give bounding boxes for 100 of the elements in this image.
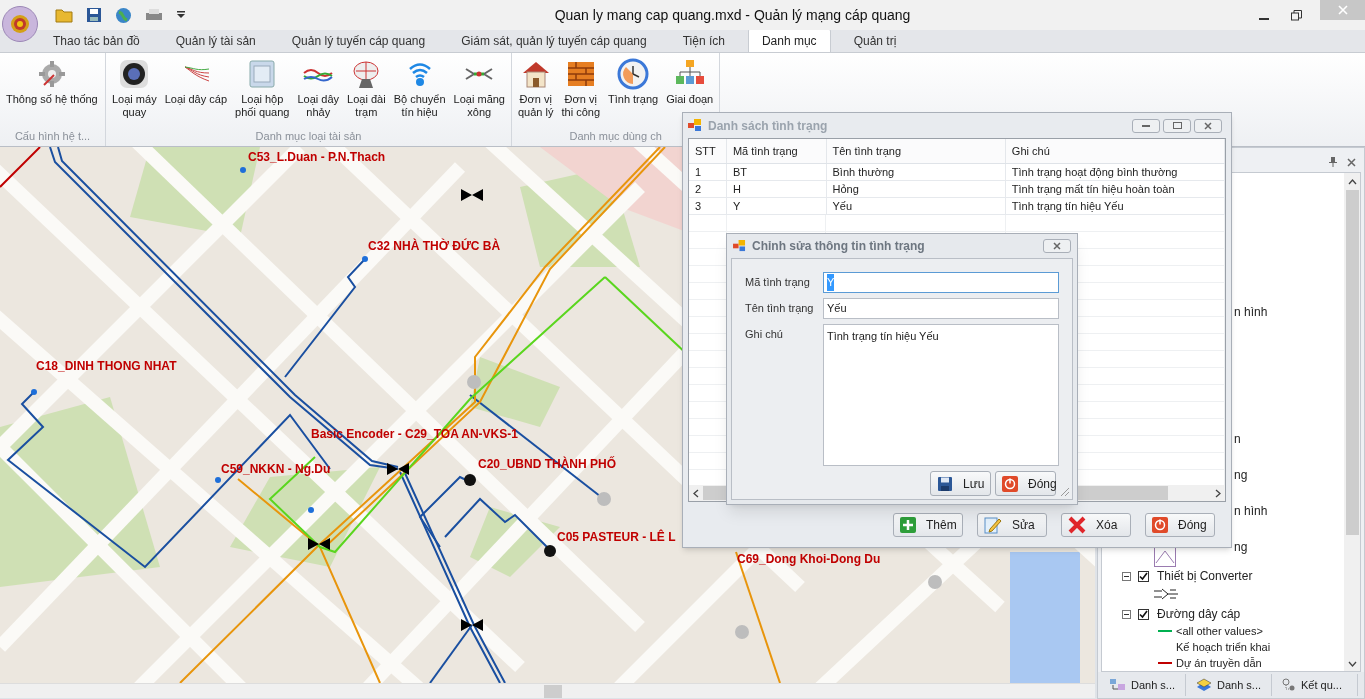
table-cell: 2 (689, 181, 727, 197)
legend-class-label: Dự án truyền dẫn (1176, 655, 1262, 671)
power-icon (1002, 475, 1018, 492)
field-label: Tên tình trạng (745, 301, 815, 316)
map-label: C18_DINH THONG NHAT (36, 359, 177, 373)
ribbon-button[interactable]: Bộ chuyển tín hiệu (389, 57, 450, 119)
legend-class-label: Kế hoạch triển khai (1176, 639, 1271, 655)
layer-checkbox[interactable] (1138, 608, 1149, 620)
ribbon-button[interactable]: Loại hộp phối quang (231, 57, 294, 119)
column-header[interactable]: STT (689, 139, 727, 163)
table-cell: Tình trạng tín hiệu Yếu (1005, 198, 1225, 214)
pencil-note-icon (984, 516, 1002, 534)
ribbon-tab[interactable]: Quản lý tài sản (162, 29, 269, 52)
cross-icon (1068, 516, 1086, 534)
legend-text: n hình (1234, 304, 1268, 321)
map-label: C32 NHÀ THỜ ĐỨC BÀ (368, 239, 501, 253)
minimize-button[interactable] (1132, 118, 1160, 133)
layer-name[interactable]: Đường dây cáp (1157, 605, 1241, 623)
field-label: Ghi chú (745, 327, 784, 342)
scroll-left-icon[interactable] (693, 488, 699, 498)
layer-name[interactable]: Thiết bị Converter (1157, 567, 1253, 585)
ribbon-group-label: Cấu hình hệ t... (14, 128, 91, 144)
check-icon (1139, 609, 1148, 619)
ribbon-button[interactable]: Loại máy quay (108, 57, 161, 119)
layer-checkbox[interactable] (1138, 570, 1149, 582)
close-button[interactable] (1194, 118, 1222, 133)
scroll-down-icon[interactable] (1347, 661, 1357, 667)
ribbon-tab[interactable]: Thao tác bản đồ (40, 29, 153, 52)
notes-field[interactable]: Tình trạng tín hiệu Yếu (822, 324, 1059, 466)
gear-icon (36, 59, 67, 89)
application-menu-orb[interactable] (2, 6, 38, 42)
expander-toggle[interactable] (1122, 571, 1131, 581)
ribbon-button[interactable]: Loại dây cáp (160, 57, 232, 106)
converter-symbol-icon (1154, 588, 1178, 600)
dialog-button[interactable]: Sửa (977, 513, 1047, 537)
ribbon-tab[interactable]: Giám sát, quản lý tuyến cáp quang (448, 29, 660, 52)
table-cell: Yếu (826, 198, 1006, 214)
scrollbar-thumb[interactable] (544, 685, 562, 698)
dialog-button[interactable]: Đóng (1145, 513, 1215, 537)
scroll-up-icon[interactable] (1347, 179, 1357, 185)
scrollbar-thumb[interactable] (1345, 190, 1359, 535)
globe-icon[interactable] (115, 6, 132, 24)
expander-toggle[interactable] (1122, 609, 1131, 619)
field-label: Mã tình trạng (745, 275, 811, 290)
close-icon (1053, 242, 1061, 250)
maximize-icon (1172, 122, 1182, 129)
input-field[interactable]: Yếu (822, 298, 1059, 319)
panel-tab[interactable]: Danh s... (1102, 674, 1186, 696)
ribbon-button[interactable]: Tình trạng (604, 57, 663, 106)
cable-endpoint (215, 477, 221, 483)
restore-icon[interactable] (1291, 9, 1302, 21)
horizontal-scrollbar[interactable] (0, 683, 1095, 698)
dialog-button[interactable]: Lưu (930, 471, 991, 496)
column-header[interactable]: Tên tình trạng (826, 139, 1006, 163)
dialog-button[interactable]: Xóa (1061, 513, 1131, 537)
maximize-button[interactable] (1163, 118, 1191, 133)
cable-endpoint (362, 256, 368, 262)
dialog-title: Danh sách tình trạng (708, 117, 828, 135)
ribbon-button[interactable]: Giai đoạn (662, 57, 718, 106)
legend-text: n hình (1234, 503, 1268, 520)
save-icon[interactable] (86, 7, 102, 23)
vertical-scrollbar[interactable] (1344, 173, 1360, 671)
dialog-button[interactable]: Thêm (893, 513, 963, 537)
minus-icon (1124, 575, 1129, 577)
panel-tab[interactable]: Kết qu... (1274, 674, 1358, 696)
ribbon-tab[interactable]: Danh mục (747, 29, 831, 52)
dialog-title: Chỉnh sửa thông tin tình trạng (752, 238, 925, 255)
cable-node (464, 474, 476, 486)
splice-closure-icon (387, 463, 409, 475)
legend-text: ng (1234, 467, 1248, 484)
printer-icon[interactable] (145, 8, 163, 22)
scroll-right-icon[interactable] (1215, 488, 1221, 498)
table-cell: 3 (689, 198, 727, 214)
window-icon (688, 119, 702, 132)
ribbon-tab[interactable]: Quản lý tuyến cáp quang (278, 29, 439, 52)
layers-icon (1196, 678, 1212, 692)
window-icon (733, 240, 746, 252)
dropdown-arrow-icon[interactable] (176, 11, 186, 19)
splice-closure-icon (461, 189, 483, 201)
dialog-button[interactable]: Đóng (995, 471, 1056, 496)
legend-text: n (1234, 431, 1241, 448)
ribbon-button[interactable]: Loại dây nhảy (293, 57, 344, 119)
column-header[interactable]: Mã tình trạng (726, 139, 827, 163)
ribbon-button[interactable]: Thông số hệ thống (2, 57, 102, 106)
map-marker (467, 375, 481, 389)
ribbon-group-label: Danh mục loại tài sản (255, 128, 362, 144)
ribbon-button[interactable]: Loại măng xông (449, 57, 509, 119)
column-header[interactable]: Ghi chú (1005, 139, 1225, 163)
resize-grip-icon[interactable] (1060, 487, 1070, 497)
ribbon-button[interactable]: Đơn vị thi công (557, 57, 604, 119)
pin-icon[interactable] (1329, 157, 1337, 167)
ribbon-button[interactable]: Loại đài trạm (343, 57, 390, 119)
panel-tab[interactable]: Danh s... (1188, 674, 1272, 696)
close-icon[interactable] (1347, 157, 1356, 167)
cable-endpoint (31, 389, 37, 395)
close-button[interactable] (1043, 239, 1071, 253)
ribbon-tab[interactable]: Tiện ích (669, 29, 738, 52)
close-icon (1204, 121, 1212, 130)
ribbon-tab[interactable]: Quản trị (840, 29, 910, 52)
ribbon-button[interactable]: Đơn vị quản lý (514, 57, 558, 119)
